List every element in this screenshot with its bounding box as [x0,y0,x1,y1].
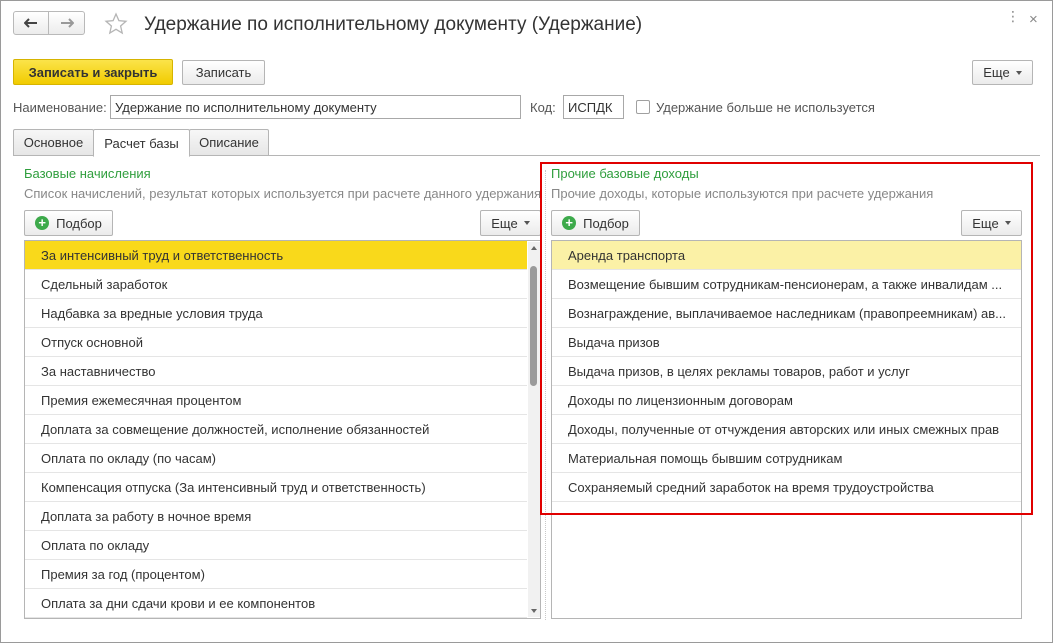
right-more-button[interactable]: Еще [961,210,1022,236]
arrow-left-icon [24,18,37,28]
list-item[interactable]: Вознаграждение, выплачиваемое наследника… [552,299,1021,328]
other-income-description: Прочие доходы, которые используются при … [551,186,934,201]
list-item[interactable]: Компенсация отпуска (За интенсивный труд… [25,473,527,502]
list-item-label: Доплата за совмещение должностей, исполн… [41,421,430,437]
arrow-right-icon [60,18,74,28]
list-item[interactable]: Выдача призов, в целях рекламы товаров, … [552,357,1021,386]
tab-description[interactable]: Описание [189,129,269,156]
list-item-label: Доходы, полученные от отчуждения авторск… [568,421,1000,437]
scroll-thumb[interactable] [530,266,537,386]
list-item[interactable]: Сдельный заработок [25,270,527,299]
base-accruals-title: Базовые начисления [24,166,151,181]
unused-checkbox[interactable] [636,100,650,114]
other-income-list[interactable]: Аренда транспорта Возмещение бывшим сотру… [551,240,1022,619]
list-item-label: Отпуск основной [41,334,143,350]
base-accruals-description: Список начислений, результат которых исп… [24,186,540,201]
tab-main[interactable]: Основное [13,129,94,156]
list-item-label: Материальная помощь бывшим сотрудникам [568,450,843,466]
list-item[interactable]: Возмещение бывшим сотрудникам-пенсионера… [552,270,1021,299]
list-item[interactable]: Оплата по окладу [25,531,527,560]
list-item-label: Оплата за дни сдачи крови и ее компонент… [41,595,316,611]
list-item[interactable]: Отпуск основной [25,328,527,357]
list-item[interactable]: Оплата по окладу (по часам) [25,444,527,473]
list-item[interactable]: Премия ежемесячная процентом [25,386,527,415]
list-item[interactable]: Выдача призов [552,328,1021,357]
list-item[interactable]: Оплата за дни сдачи крови и ее компонент… [25,589,527,618]
list-item[interactable]: Аренда транспорта [552,241,1021,270]
right-more-label: Еще [972,215,999,231]
panel-splitter[interactable] [545,170,546,620]
save-and-close-label: Записать и закрыть [28,64,158,80]
left-pick-button[interactable]: + Подбор [24,210,113,236]
list-item-label: За интенсивный труд и ответственность [41,247,284,263]
code-label: Код: [530,100,556,115]
chevron-down-icon [1015,70,1022,75]
save-and-close-button[interactable]: Записать и закрыть [13,59,173,85]
list-item-label: Возмещение бывшим сотрудникам-пенсионера… [568,276,1003,292]
list-item[interactable]: Премия за год (процентом) [25,560,527,589]
right-pick-button[interactable]: + Подбор [551,210,640,236]
close-icon[interactable]: × [1029,11,1038,28]
plus-icon: + [35,216,50,230]
list-item[interactable]: Доходы по лицензионным договорам [552,386,1021,415]
base-accruals-list[interactable]: За интенсивный труд и ответственность Сде… [24,240,541,619]
left-more-button[interactable]: Еще [480,210,541,236]
list-item[interactable]: Надбавка за вредные условия труда [25,299,527,328]
right-pick-label: Подбор [583,215,629,231]
unused-label: Удержание больше не используется [656,100,875,115]
list-item-label: Премия ежемесячная процентом [41,392,242,408]
name-field[interactable]: Удержание по исполнительному документу [110,95,521,119]
more-button[interactable]: Еще [972,60,1033,85]
code-field[interactable]: ИСПДК [563,95,624,119]
other-income-title: Прочие базовые доходы [551,166,699,181]
list-item-label: Доплата за работу в ночное время [41,508,252,524]
list-item-label: Сохраняемый средний заработок на время т… [568,479,934,495]
list-item-label: Аренда транспорта [568,247,686,263]
list-item[interactable]: За наставничество [25,357,527,386]
list-item-label: Премия за год (процентом) [41,566,205,582]
list-item[interactable]: Доплата за работу в ночное время [25,502,527,531]
list-item[interactable]: Сохраняемый средний заработок на время т… [552,473,1021,502]
forward-button[interactable] [49,11,85,35]
list-item-label: Надбавка за вредные условия труда [41,305,263,321]
list-item-label: Оплата по окладу (по часам) [41,450,216,466]
tab-base-calculation[interactable]: Расчет базы [93,129,190,157]
chevron-down-icon [1004,221,1011,225]
list-item-label: Вознаграждение, выплачиваемое наследника… [568,305,1007,321]
window-title: Удержание по исполнительному документу (… [144,14,643,35]
name-label: Наименование: [13,100,107,115]
list-item-label: Доходы по лицензионным договорам [568,392,793,408]
left-list-scrollbar[interactable] [528,242,540,617]
favorite-star-icon[interactable] [104,12,128,36]
list-item-label: Оплата по окладу [41,537,150,553]
left-pick-label: Подбор [56,215,102,231]
scroll-up-icon[interactable] [531,246,537,250]
plus-icon: + [562,216,577,230]
left-more-label: Еще [491,215,518,231]
list-item-label: За наставничество [41,363,156,379]
list-item[interactable]: Доходы, полученные от отчуждения авторск… [552,415,1021,444]
scroll-down-icon[interactable] [531,609,537,613]
list-item-label: Сдельный заработок [41,276,168,292]
save-label: Записать [195,65,252,80]
more-label: Еще [983,65,1010,80]
list-item-label: Выдача призов [568,334,660,350]
list-item-label: Выдача призов, в целях рекламы товаров, … [568,363,910,379]
list-item[interactable]: За интенсивный труд и ответственность [25,241,527,270]
list-item-label: Компенсация отпуска (За интенсивный труд… [41,479,426,495]
save-button[interactable]: Записать [182,60,265,85]
list-item[interactable]: Материальная помощь бывшим сотрудникам [552,444,1021,473]
list-item[interactable]: Доплата за совмещение должностей, исполн… [25,415,527,444]
chevron-down-icon [523,221,530,225]
back-button[interactable] [13,11,49,35]
window-more-icon[interactable]: ⋮ [1006,8,1021,25]
